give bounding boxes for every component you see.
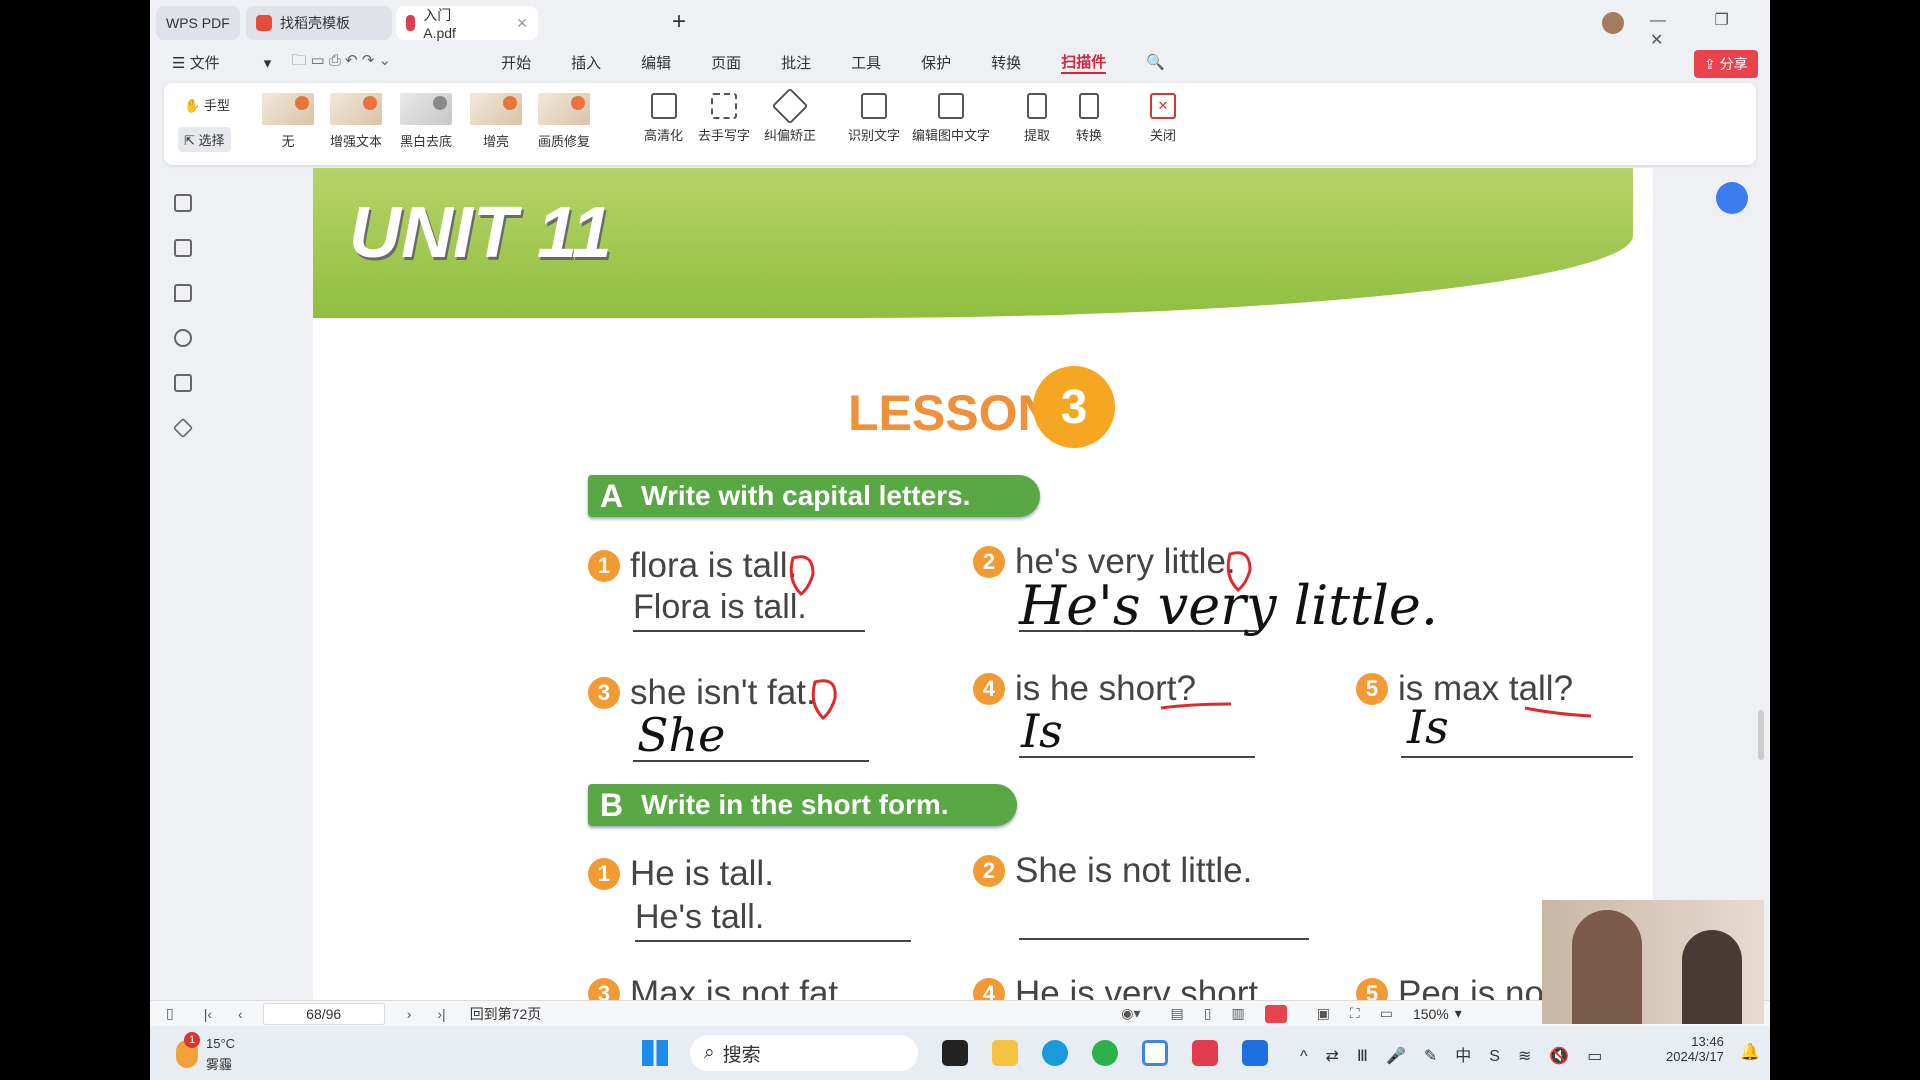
new-tab-button[interactable]: +: [672, 8, 686, 36]
tab-wps-pdf[interactable]: WPS PDF: [156, 6, 240, 40]
temperature: 15°C: [206, 1036, 236, 1051]
menu-scan[interactable]: 扫描件: [1061, 51, 1107, 74]
weather-badge: 1: [184, 1032, 200, 1048]
share-button[interactable]: ⇪ 分享: [1694, 50, 1758, 78]
menu-insert[interactable]: 插入: [571, 52, 601, 73]
menu-convert[interactable]: 转换: [991, 52, 1021, 73]
weather-text: 雾霾: [206, 1057, 233, 1072]
exercise-b2: 2 She is not little.: [973, 851, 1252, 891]
eye-view-icon[interactable]: ◉▾: [1121, 1005, 1140, 1022]
extract-button[interactable]: 提取: [1024, 93, 1050, 144]
tab-template[interactable]: 找稻壳模板: [246, 6, 392, 40]
filter-bw[interactable]: 黑白去底: [400, 93, 452, 150]
system-tray-icons[interactable]: ^⇄Ⅲ🎤✎中S≋🔇▭: [1300, 1042, 1620, 1066]
filter-enhance-text[interactable]: 增强文本: [330, 93, 382, 150]
comment-icon[interactable]: [174, 284, 192, 302]
wechat-icon[interactable]: [1092, 1040, 1118, 1066]
first-page-button[interactable]: |‹: [204, 1006, 212, 1022]
answer-b1: He's tall.: [635, 898, 911, 942]
fit-buttons[interactable]: ▣⛶▭: [1317, 1005, 1413, 1022]
file-menu[interactable]: ☰ 文件 ▾: [172, 52, 271, 73]
select-tool[interactable]: ⇱ 选择: [178, 127, 231, 152]
search-icon[interactable]: 🔍: [1146, 53, 1165, 71]
tab-label: 找稻壳模板: [280, 15, 350, 31]
tab-label: 入门A.pdf: [423, 7, 456, 41]
tab-label: WPS PDF: [166, 15, 230, 31]
thumbnail-icon[interactable]: [174, 239, 192, 257]
quick-access-icons[interactable]: 🗀 ▭ ⎙ ↶ ↷ ⌄: [291, 50, 391, 75]
status-bar: ▯ |‹ ‹ 68/96 › ›| 回到第72页 ◉▾ ▤▯▥ ▣⛶▭ 150%…: [150, 1000, 1770, 1026]
start-button[interactable]: [642, 1040, 668, 1066]
clock[interactable]: 13:46 2024/3/17: [1666, 1034, 1724, 1064]
pdf-icon: [406, 15, 416, 31]
app-icon-2[interactable]: [1142, 1040, 1168, 1066]
wps-window: WPS PDF 找稻壳模板 入门A.pdf ✕ + — ❐ ✕ ☰ 文件 ▾ 🗀 …: [150, 0, 1770, 1026]
play-button[interactable]: [1264, 1004, 1287, 1023]
hand-tool[interactable]: ✋ 手型: [184, 95, 230, 114]
close-scan-button[interactable]: ✕ 关闭: [1150, 93, 1176, 144]
menu-bar: ☰ 文件 ▾ 🗀 ▭ ⎙ ↶ ↷ ⌄ 开始 插入 编辑 页面 批注 工具 保护 …: [172, 48, 1205, 76]
app-icon-1[interactable]: [942, 1040, 968, 1066]
bookmark-icon[interactable]: [174, 194, 192, 212]
filter-repair[interactable]: 画质修复: [538, 93, 590, 150]
notification-icon[interactable]: 🔔: [1740, 1042, 1760, 1062]
attachment-icon[interactable]: [174, 329, 192, 347]
exercise-b4: 4 He is very short.: [973, 974, 1268, 1000]
prev-page-button[interactable]: ‹: [238, 1006, 243, 1022]
answer-line-b2: [1019, 896, 1309, 940]
filter-brighten[interactable]: 增亮: [470, 93, 522, 150]
wps-pdf-icon[interactable]: [1192, 1040, 1218, 1066]
menu-protect[interactable]: 保护: [921, 52, 951, 73]
menu-comment[interactable]: 批注: [781, 52, 811, 73]
last-page-button[interactable]: ›|: [437, 1006, 445, 1022]
menu-edit[interactable]: 编辑: [641, 52, 671, 73]
app-icon-3[interactable]: [1242, 1040, 1268, 1066]
toggle-sidebar-icon[interactable]: ▯: [166, 1005, 174, 1022]
vertical-scrollbar[interactable]: [1758, 170, 1766, 1000]
edge-icon[interactable]: [1042, 1040, 1068, 1066]
zoom-dropdown-icon[interactable]: ▾: [1455, 1005, 1462, 1022]
menu-home[interactable]: 开始: [501, 52, 531, 73]
floating-assistant-button[interactable]: [1716, 182, 1748, 214]
signature-icon[interactable]: [174, 374, 192, 392]
person-child: [1682, 930, 1742, 1024]
taskbar: 1 15°C 雾霾 ⌕ 搜索 ^⇄Ⅲ🎤✎中S≋🔇▭ 13:46 2024/3/17 …: [150, 1026, 1770, 1080]
exercise-b3: 3 Max is not fat.: [588, 974, 848, 1000]
menu-page[interactable]: 页面: [711, 52, 741, 73]
search-icon: ⌕: [704, 1042, 715, 1063]
pdf-page: UNIT 11 LESSON 3 A Write with capital let…: [313, 168, 1653, 1000]
person-adult: [1572, 910, 1642, 1024]
return-page-link[interactable]: 回到第72页: [470, 1004, 542, 1024]
edit-image-text-button[interactable]: 编辑图中文字: [912, 93, 990, 144]
section-b-header: B Write in the short form.: [588, 784, 1017, 826]
close-tab-icon[interactable]: ✕: [516, 15, 528, 32]
hd-button[interactable]: 高清化: [644, 93, 683, 144]
zoom-level[interactable]: 150%: [1413, 1006, 1449, 1022]
menu-tools[interactable]: 工具: [851, 52, 881, 73]
ocr-button[interactable]: 识别文字: [848, 93, 900, 144]
view-mode-buttons[interactable]: ▤▯▥: [1171, 1005, 1265, 1022]
page-number-input[interactable]: 68/96: [262, 1002, 385, 1025]
remove-handwriting-button[interactable]: 去手写字: [698, 93, 750, 144]
taskbar-search[interactable]: ⌕ 搜索: [690, 1035, 918, 1071]
ribbon: ✋ 手型 ⇱ 选择 无 增强文本 黑白去底 增亮 画质修复 高清化 去手写字 纠…: [164, 83, 1756, 165]
webcam-overlay: [1542, 900, 1764, 1024]
exercise-b1: 1 He is tall.: [588, 854, 774, 894]
file-explorer-icon[interactable]: [992, 1040, 1018, 1066]
window-controls[interactable]: — ❐ ✕: [1650, 10, 1770, 50]
docer-icon: [256, 15, 272, 31]
next-page-button[interactable]: ›: [407, 1006, 412, 1022]
filter-none[interactable]: 无: [262, 93, 314, 150]
avatar[interactable]: [1602, 12, 1624, 34]
convert-button[interactable]: 转换: [1076, 93, 1102, 144]
deskew-button[interactable]: 纠偏矫正: [764, 87, 816, 144]
layers-icon[interactable]: [172, 417, 194, 439]
tab-document[interactable]: 入门A.pdf ✕: [396, 6, 538, 41]
